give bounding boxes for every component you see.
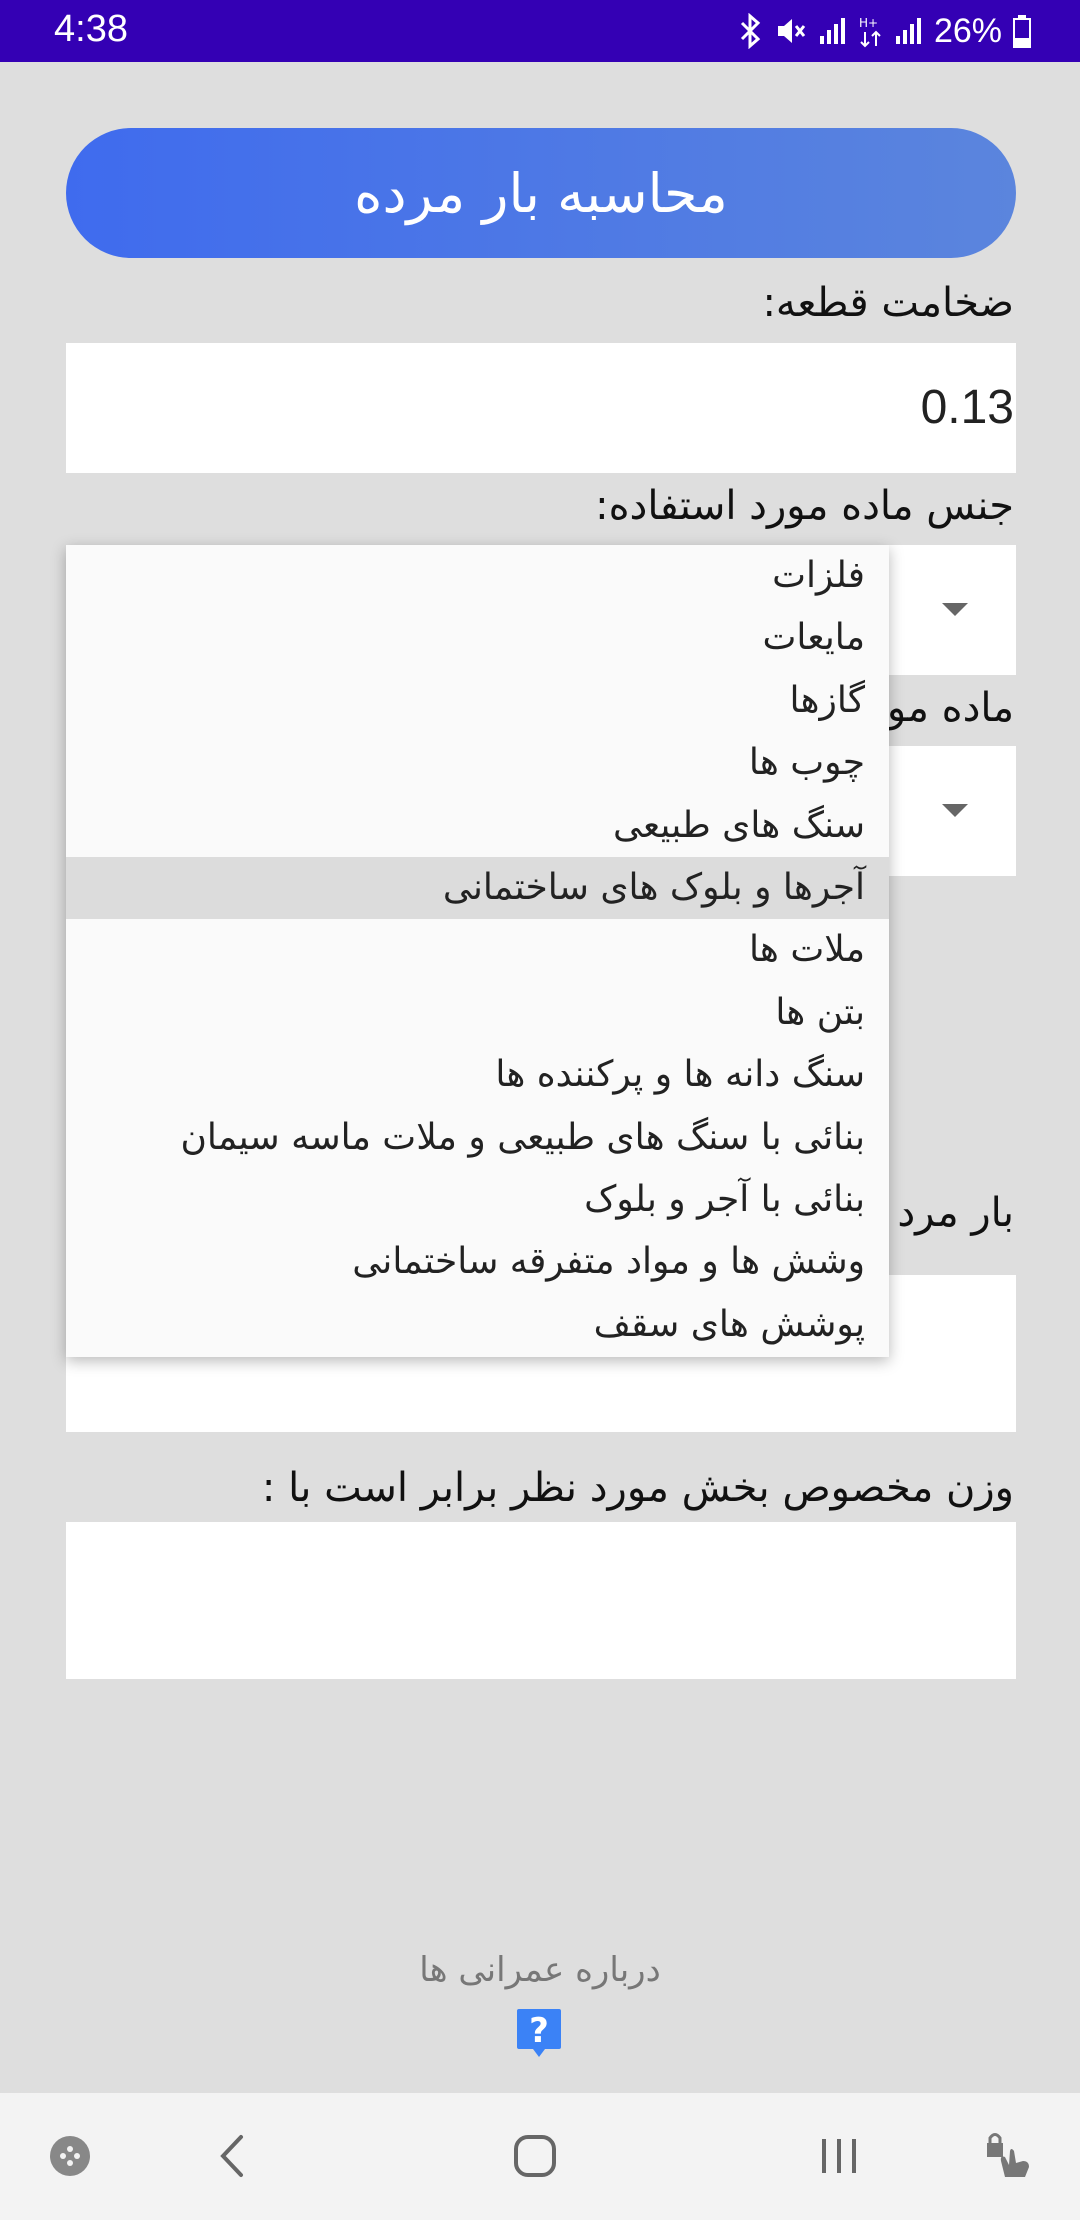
battery-icon	[1012, 14, 1032, 48]
data-icon: H+	[858, 14, 884, 48]
thickness-field[interactable]: 0.13	[66, 343, 1016, 473]
svg-text:H+: H+	[859, 16, 878, 30]
dropdown-item-selected[interactable]: آجرها و بلوک های ساختمانی	[66, 856, 889, 920]
dropdown-item[interactable]: سنگ های طبیعی	[66, 795, 889, 857]
dropdown-item[interactable]: فلزات	[66, 545, 889, 607]
dropdown-item[interactable]: سنگ دانه ها و پرکننده ها	[66, 1044, 889, 1106]
thickness-value: 0.13	[920, 381, 1014, 434]
back-icon[interactable]	[198, 2121, 268, 2191]
dead-load-label: بار مرد	[897, 1190, 1014, 1236]
dropdown-item[interactable]: بنائی با سنگ های طبیعی و ملات ماسه سیمان	[66, 1107, 889, 1169]
bluetooth-icon	[736, 13, 764, 49]
material-type-label: جنس ماده مورد استفاده:	[595, 483, 1014, 529]
home-icon[interactable]	[500, 2121, 570, 2191]
chevron-down-icon	[942, 603, 968, 616]
touch-lock-icon[interactable]	[975, 2121, 1045, 2191]
status-time: 4:38	[54, 8, 128, 50]
signal-icon	[894, 16, 924, 46]
thickness-label: ضخامت قطعه:	[762, 280, 1014, 326]
material-label: ماده مو	[886, 685, 1014, 731]
dropdown-item[interactable]: بنائی با آجر و بلوک	[66, 1169, 889, 1231]
dropdown-item[interactable]: چوب ها	[66, 732, 889, 794]
svg-text:?: ?	[529, 2011, 549, 2051]
dropdown-item[interactable]: مایعات	[66, 607, 889, 669]
dropdown-item[interactable]: بتن ها	[66, 982, 889, 1044]
dropdown-item[interactable]: ملات ها	[66, 919, 889, 981]
dropdown-item[interactable]: وشش ها و مواد متفرقه ساختمانی	[66, 1231, 889, 1293]
navigation-bar	[0, 2093, 1080, 2220]
material-dropdown-list[interactable]: فلزات مایعات گازها چوب ها سنگ های طبیعی …	[66, 545, 889, 1357]
dropdown-item[interactable]: گازها	[66, 670, 889, 732]
chevron-down-icon	[942, 804, 968, 817]
about-link[interactable]: درباره عمرانی ها	[0, 1950, 1080, 1990]
question-icon[interactable]: ?	[515, 2007, 563, 2061]
dropdown-item[interactable]: پوشش های سقف	[66, 1294, 889, 1356]
game-launcher-icon[interactable]	[35, 2121, 105, 2191]
specific-weight-field[interactable]	[66, 1522, 1016, 1679]
status-icons: H+ 26%	[736, 8, 1032, 54]
recents-icon[interactable]	[804, 2121, 874, 2191]
specific-weight-label: وزن مخصوص بخش مورد نظر برابر است با :	[261, 1465, 1014, 1511]
title-button[interactable]: محاسبه بار مرده	[66, 128, 1016, 258]
battery-percent: 26%	[933, 11, 1002, 50]
status-bar: 4:38 H+ 26%	[0, 0, 1080, 62]
signal-icon	[818, 16, 848, 46]
mute-icon	[774, 14, 808, 48]
